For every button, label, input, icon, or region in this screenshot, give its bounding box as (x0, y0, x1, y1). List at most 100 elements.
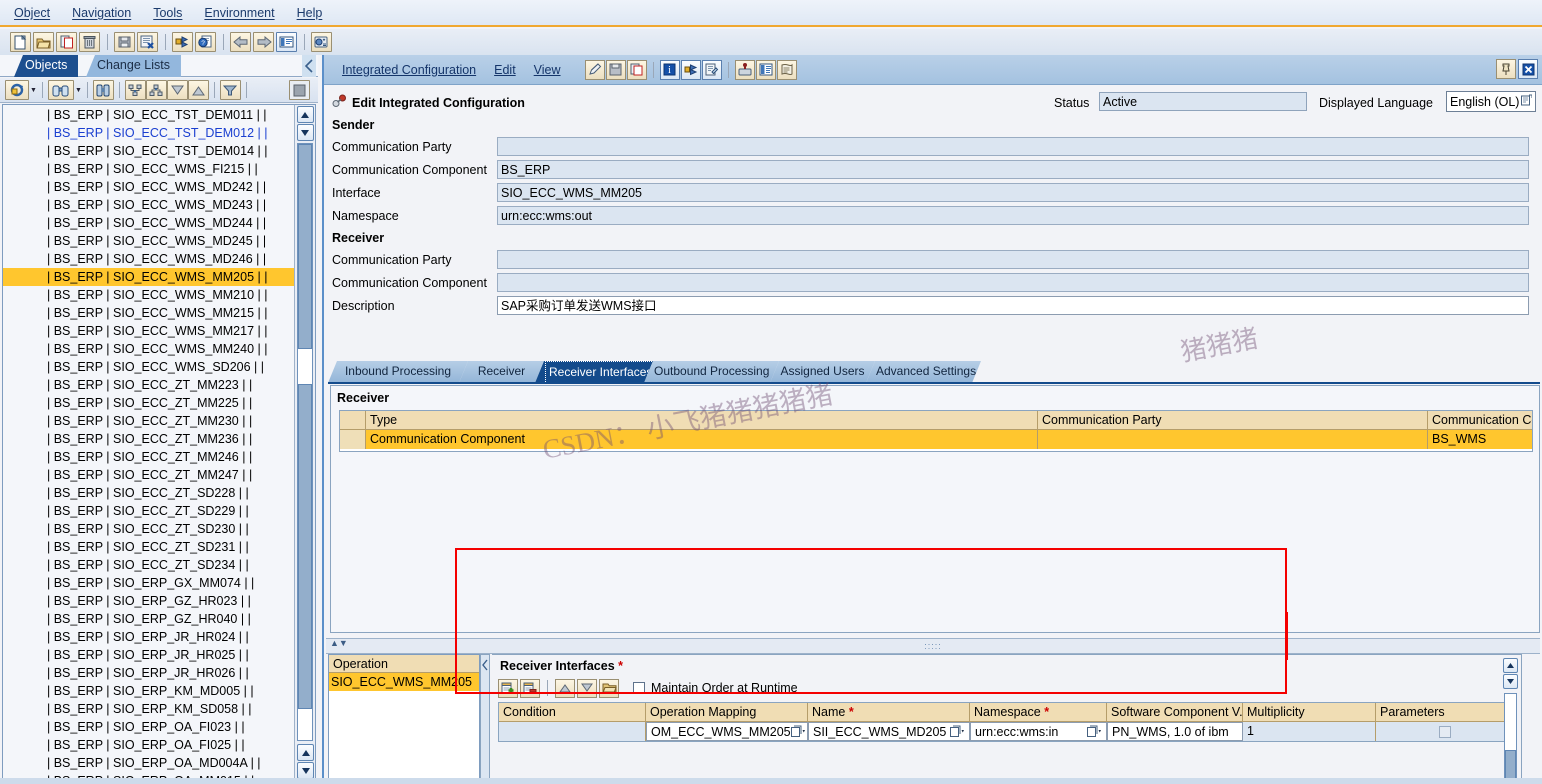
tree-item[interactable]: | BS_ERP | SIO_ECC_ZT_SD230 | | (3, 520, 295, 538)
receiver-communication-party-field[interactable] (497, 250, 1529, 269)
receiver-grid-col-type[interactable]: Type (366, 411, 1038, 430)
tree-item[interactable]: | BS_ERP | SIO_ECC_TST_DEM014 | | (3, 142, 295, 160)
receiver-grid-cell-party[interactable] (1038, 430, 1428, 449)
operation-panel-collapse-handle[interactable] (480, 654, 490, 784)
horizontal-splitter[interactable]: ▲▼ ::::: (326, 638, 1540, 654)
tree-item[interactable]: | BS_ERP | SIO_ERP_KM_MD005 | | (3, 682, 295, 700)
tree-item[interactable]: | BS_ERP | SIO_ECC_WMS_MM215 | | (3, 304, 295, 322)
menu-navigation[interactable]: Navigation (72, 6, 131, 20)
tree-item[interactable]: | BS_ERP | SIO_ERP_GZ_HR023 | | (3, 592, 295, 610)
save-icon[interactable] (114, 32, 135, 52)
insert-row-icon[interactable] (498, 678, 518, 698)
tree-item[interactable]: | BS_ERP | SIO_ECC_ZT_MM247 | | (3, 466, 295, 484)
expand-tree-icon[interactable] (124, 80, 146, 100)
tree-item[interactable]: | BS_ERP | SIO_ECC_ZT_SD234 | | (3, 556, 295, 574)
open-folder-icon[interactable] (33, 32, 54, 52)
tree-item[interactable]: | BS_ERP | SIO_ECC_ZT_SD231 | | (3, 538, 295, 556)
search-icon[interactable] (92, 80, 114, 100)
delete-trash-icon[interactable] (79, 32, 100, 52)
ri-col-software-component-version[interactable]: Software Component V... (1107, 703, 1243, 722)
receiver-grid[interactable]: Type Communication Party Communication C… (339, 410, 1533, 452)
tree-item[interactable]: | BS_ERP | SIO_ERP_OA_MD004A | | (3, 754, 295, 772)
tree-item[interactable]: | BS_ERP | SIO_ERP_KM_SD058 | | (3, 700, 295, 718)
f4-help-icon[interactable] (950, 725, 968, 738)
change-list-icon[interactable] (701, 59, 722, 80)
display-table-icon[interactable] (755, 59, 776, 80)
tree-item[interactable]: | BS_ERP | SIO_ECC_ZT_SD229 | | (3, 502, 295, 520)
tree-item[interactable]: | BS_ERP | SIO_ECC_WMS_MM240 | | (3, 340, 295, 358)
copy-object-icon[interactable] (626, 59, 647, 80)
tab-objects[interactable]: Objects (14, 55, 79, 77)
scroll-track[interactable] (297, 143, 313, 741)
list-item[interactable]: SIO_ECC_WMS_MM205 (329, 673, 479, 691)
tree-item[interactable]: | BS_ERP | SIO_ECC_WMS_MM205 | | (3, 268, 295, 286)
parameters-checkbox[interactable] (1438, 725, 1451, 738)
tab-receiver[interactable]: Receiver (459, 361, 544, 383)
receiver-grid-cell-component[interactable]: BS_WMS (1428, 430, 1532, 449)
ri-col-namespace[interactable]: Namespace * (970, 703, 1107, 722)
sender-interface-field[interactable]: SIO_ECC_WMS_MM205 (497, 183, 1529, 202)
sender-namespace-field[interactable]: urn:ecc:wms:out (497, 206, 1529, 225)
scroll-thumb-lower[interactable] (298, 384, 312, 709)
tab-change-lists[interactable]: Change Lists (86, 55, 181, 77)
save-disk-icon[interactable] (605, 59, 626, 80)
receiver-grid-col-party[interactable]: Communication Party (1038, 411, 1428, 430)
tree-item[interactable]: | BS_ERP | SIO_ECC_ZT_MM230 | | (3, 412, 295, 430)
tab-receiver-interfaces[interactable]: Receiver Interfaces (535, 361, 653, 383)
refresh-icon[interactable] (5, 80, 29, 100)
table-row[interactable]: Communication Component BS_WMS (340, 430, 1532, 449)
move-up-icon[interactable] (555, 678, 575, 698)
tree-item[interactable]: | BS_ERP | SIO_ECC_ZT_MM246 | | (3, 448, 295, 466)
tree-item[interactable]: | BS_ERP | SIO_ECC_WMS_MD245 | | (3, 232, 295, 250)
collapse-tree-icon[interactable] (145, 80, 167, 100)
move-down-icon[interactable] (577, 678, 597, 698)
scroll-down-button[interactable] (296, 124, 314, 141)
activate-icon[interactable] (172, 32, 193, 52)
stop-icon[interactable] (289, 80, 310, 100)
ri-scroll-down-button[interactable] (1503, 674, 1518, 689)
sender-communication-component-field[interactable]: BS_ERP (497, 160, 1529, 179)
ri-scroll-track[interactable] (1504, 693, 1517, 784)
back-arrow-icon[interactable] (230, 32, 251, 52)
ri-cell-multiplicity[interactable]: 1 (1243, 722, 1376, 741)
tree-item[interactable]: | BS_ERP | SIO_ECC_ZT_MM223 | | (3, 376, 295, 394)
tree-item[interactable]: | BS_ERP | SIO_ERP_GX_MM074 | | (3, 574, 295, 592)
receiver-grid-cell-type[interactable]: Communication Component (366, 430, 1038, 449)
menu-tools[interactable]: Tools (153, 6, 182, 20)
ri-col-parameters[interactable]: Parameters (1376, 703, 1509, 722)
tree-item[interactable]: | BS_ERP | SIO_ECC_ZT_MM236 | | (3, 430, 295, 448)
check-object-icon[interactable] (137, 32, 158, 52)
ri-col-operation-mapping[interactable]: Operation Mapping (646, 703, 808, 722)
ri-cell-name[interactable]: SII_ECC_WMS_MD205 (808, 722, 970, 741)
left-tabstrip-scroll[interactable] (302, 55, 316, 77)
receiver-description-field[interactable]: SAP采购订单发送WMS接口 (497, 296, 1529, 315)
move-down-icon[interactable] (166, 80, 188, 100)
ri-scroll-up-button[interactable] (1503, 658, 1518, 673)
f4-help-icon[interactable] (1521, 94, 1533, 109)
scroll-up-button[interactable] (296, 106, 314, 123)
ri-col-name[interactable]: Name * (808, 703, 970, 722)
tree-item[interactable]: | BS_ERP | SIO_ECC_ZT_MM225 | | (3, 394, 295, 412)
tree-item[interactable]: | BS_ERP | SIO_ECC_WMS_MD246 | | (3, 250, 295, 268)
sender-communication-party-field[interactable] (497, 137, 1529, 156)
ri-cell-operation-mapping[interactable]: OM_ECC_WMS_MM205 (646, 722, 808, 741)
f4-help-icon[interactable] (790, 725, 807, 738)
ri-cell-parameters[interactable] (1376, 722, 1509, 741)
receiver-grid-col-component[interactable]: Communication Component (1428, 411, 1532, 430)
find-dropdown-icon[interactable]: ▼ (75, 87, 82, 94)
scroll-down-button-bottom[interactable] (297, 762, 314, 779)
tree-item[interactable]: | BS_ERP | SIO_ERP_OA_FI023 | | (3, 718, 295, 736)
receiver-communication-component-field[interactable] (497, 273, 1529, 292)
receiver-interfaces-grid[interactable]: Condition Operation Mapping Name * Names… (498, 702, 1510, 742)
table-row[interactable]: OM_ECC_WMS_MM205 SII_ECC_WMS_MD205 urn:e… (499, 722, 1509, 741)
operation-panel-header[interactable]: Operation (329, 655, 479, 673)
pin-icon[interactable] (1496, 59, 1516, 79)
find-binoculars-icon[interactable] (47, 80, 74, 100)
copy-icon[interactable] (56, 32, 77, 52)
tree-item[interactable]: | BS_ERP | SIO_ECC_TST_DEM011 | | (3, 106, 295, 124)
forward-arrow-icon[interactable] (253, 32, 274, 52)
activate-icon[interactable] (734, 59, 755, 80)
tree-item[interactable]: | BS_ERP | SIO_ECC_WMS_MD242 | | (3, 178, 295, 196)
language-select[interactable]: English (OL) (1446, 91, 1536, 112)
info-icon[interactable]: i (659, 59, 680, 80)
